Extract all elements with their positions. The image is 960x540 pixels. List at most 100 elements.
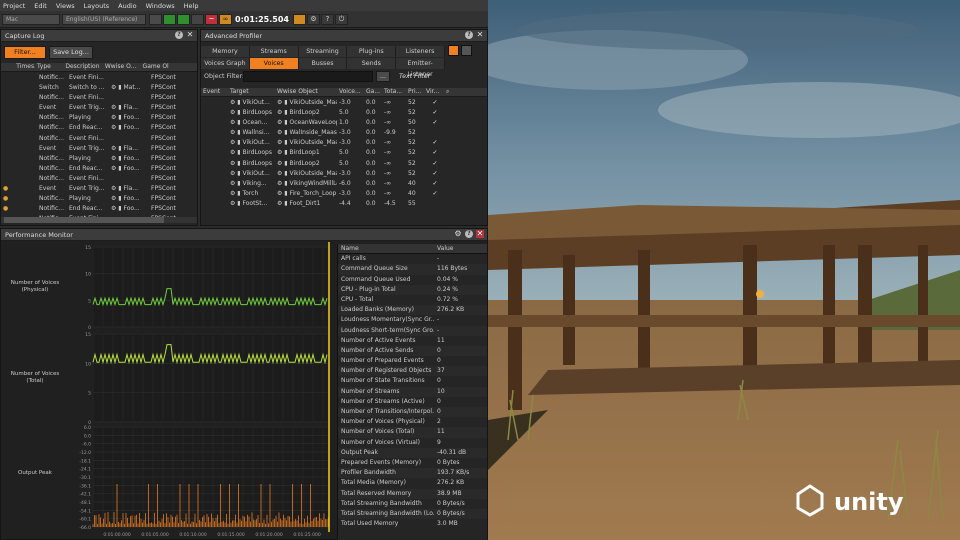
horizontal-scrollbar[interactable] xyxy=(1,217,197,223)
table-row[interactable]: Notific... Event Fini... FPSCont xyxy=(1,134,197,144)
statistics-row[interactable]: Total Streaming Bandwidth 0 Bytes/s xyxy=(338,499,487,509)
tab-memory[interactable]: Memory xyxy=(201,46,250,57)
statistics-row[interactable]: Loudness Momentary(Sync Gr... - xyxy=(338,315,487,325)
help-icon[interactable]: ? xyxy=(465,230,473,238)
statistics-row[interactable]: Number of Streams 10 xyxy=(338,386,487,397)
tab-plug-ins[interactable]: Plug-ins xyxy=(347,46,397,57)
column-header[interactable]: Type xyxy=(35,63,63,71)
statistics-name-header[interactable]: Name xyxy=(338,244,434,253)
green-meter-button[interactable] xyxy=(149,14,162,25)
column-header[interactable]: Wwise Object xyxy=(275,88,337,96)
statistics-row[interactable]: Command Queue Used 0.04 % xyxy=(338,275,487,285)
column-header[interactable]: Pri... xyxy=(406,88,424,96)
menu-layouts[interactable]: Layouts xyxy=(84,2,109,10)
tab-emitter-listener[interactable]: Emitter-Listener xyxy=(396,58,445,78)
platform-dropdown[interactable]: Mac xyxy=(2,14,60,25)
statistics-row[interactable]: CPU - Plug-in Total 0.24 % xyxy=(338,284,487,295)
table-row[interactable]: Switch Switch to ... ⚙ ▮ Mat... FPSCont xyxy=(1,83,197,93)
statistics-row[interactable]: Number of Transitions/Interpol... 0 xyxy=(338,407,487,418)
green-meter-icon-2[interactable] xyxy=(177,14,190,25)
statistics-row[interactable]: Total Used Memory 3.0 MB xyxy=(338,519,487,529)
statistics-row[interactable]: Number of State Transitions 0 xyxy=(338,376,487,386)
statistics-row[interactable]: Output Peak -40.31 dB xyxy=(338,447,487,458)
table-row[interactable]: Notific... End Reac... ⚙ ▮ Foo... FPSCont xyxy=(1,123,197,133)
statistics-row[interactable]: Number of Active Events 11 xyxy=(338,336,487,346)
table-row[interactable]: Notific... Playing ⚙ ▮ Foo... FPSCont xyxy=(1,113,197,123)
text-filter-label[interactable]: Text Filter xyxy=(399,73,430,80)
tab-busses[interactable]: Busses xyxy=(298,58,348,69)
column-header[interactable]: Voice... xyxy=(337,88,364,96)
statistics-row[interactable]: Loudness Short-term(Sync Gro... - xyxy=(338,325,487,336)
tab-streams[interactable]: Streams xyxy=(249,46,299,57)
statistics-row[interactable]: Number of Registered Objects 37 xyxy=(338,366,487,377)
statistics-row[interactable]: Number of Streams (Active) 0 xyxy=(338,397,487,407)
statistics-row[interactable]: Loaded Banks (Memory) 276.2 KB xyxy=(338,305,487,316)
table-row[interactable]: ⚙ ▮ VikiOut... ⚙ ▮ VikiOutside_Maas5...-3… xyxy=(201,169,487,179)
link-icon[interactable]: ∞ xyxy=(219,14,232,25)
table-row[interactable]: Event Event Trig... ⚙ ▮ Fla... FPSCont xyxy=(1,144,197,154)
column-header[interactable]: Times... xyxy=(14,63,35,71)
profile-icon[interactable] xyxy=(293,14,306,25)
layout-icon-2[interactable] xyxy=(461,45,472,56)
tab-streaming-devices[interactable]: Streaming Devices xyxy=(298,46,348,66)
table-row[interactable]: ⚙ ▮ BirdLoops ⚙ ▮ BirdLoop2 5.0 0.0 -∞ 52 ✓ xyxy=(201,159,487,169)
menu-help[interactable]: Help xyxy=(184,2,199,10)
column-header[interactable]: Description xyxy=(63,63,103,71)
tab-listeners[interactable]: Listeners xyxy=(396,46,445,57)
language-dropdown[interactable]: English(US) (Reference) xyxy=(62,14,146,25)
statistics-row[interactable]: Prepared Events (Memory) 0 Bytes xyxy=(338,458,487,468)
table-row[interactable]: Notific... Event Fini... FPSCont xyxy=(1,93,197,103)
power-icon[interactable]: ⏻ xyxy=(335,14,348,25)
table-row[interactable]: ⚙ ▮ VikiOut... ⚙ ▮ VikiOutside_Maas5...-3… xyxy=(201,138,487,148)
table-row[interactable]: ● Event Event Trig... ⚙ ▮ Fla... FPSCont xyxy=(1,184,197,194)
statistics-row[interactable]: Total Streaming Bandwidth (Lo... 0 Bytes/… xyxy=(338,508,487,520)
statistics-row[interactable]: Number of Voices (Physical) 2 xyxy=(338,417,487,427)
table-row[interactable]: Event Event Trig... ⚙ ▮ Fla... FPSCont xyxy=(1,103,197,113)
table-row[interactable]: ● Notific... End Reac... ⚙ ▮ Foo... FPSCont xyxy=(1,204,197,214)
table-row[interactable]: ⚙ ▮ Torch ⚙ ▮ Fire_Torch_Loop1 -3.0 0.0 -∞ 40… xyxy=(201,189,487,199)
table-row[interactable]: ⚙ ▮ Wallnsi... ⚙ ▮ WalInside_MaasSqu...-3… xyxy=(201,128,487,138)
table-row[interactable]: Notific... Playing ⚙ ▮ Foo... FPSCont xyxy=(1,154,197,164)
layout-icon[interactable] xyxy=(448,45,459,56)
table-row[interactable]: ⚙ ▮ BirdLoops ⚙ ▮ BirdLoop2 5.0 0.0 -∞ 52 ✓ xyxy=(201,108,487,118)
column-header[interactable]: Ga... xyxy=(364,88,382,96)
statistics-row[interactable]: Number of Active Sends 0 xyxy=(338,345,487,357)
statistics-row[interactable]: Number of Voices (Total) 11 xyxy=(338,427,487,438)
search-icon[interactable]: ⌕ xyxy=(444,88,454,96)
table-row[interactable]: ⚙ ▮ Viking... ⚙ ▮ VikingWindMillLoop-6.0 0… xyxy=(201,179,487,189)
help-icon[interactable]: ? xyxy=(175,31,183,39)
column-header[interactable]: Tota... xyxy=(382,88,406,96)
tab-voices-graph[interactable]: Voices Graph xyxy=(201,58,250,69)
help-icon[interactable]: ? xyxy=(321,14,334,25)
statistics-row[interactable]: Command Queue Size 116 Bytes xyxy=(338,264,487,275)
table-row[interactable]: ⚙ ▮ Ocean... ⚙ ▮ OceanWaveLoop1 1.0 0.0 -∞ 50… xyxy=(201,118,487,128)
tab-voices[interactable]: Voices xyxy=(249,58,299,69)
close-icon[interactable]: ✕ xyxy=(186,31,194,39)
statistics-row[interactable]: CPU - Total 0.72 % xyxy=(338,295,487,305)
close-icon[interactable]: ✕ xyxy=(476,230,484,238)
table-row[interactable]: ⚙ ▮ BirdLoops ⚙ ▮ BirdLoop1 5.0 0.0 -∞ 52 ✓ xyxy=(201,148,487,158)
green-meter-icon[interactable] xyxy=(163,14,176,25)
column-header[interactable]: Vir... xyxy=(424,88,444,96)
object-filter-browse-button[interactable]: ... xyxy=(376,71,390,82)
table-row[interactable]: Notific... Event Fini... FPSCont xyxy=(1,73,197,83)
statistics-row[interactable]: Profiler Bandwidth 193.7 KB/s xyxy=(338,468,487,479)
table-row[interactable]: ⚙ ▮ VikiOut... ⚙ ▮ VikiOutside_Maas5...-3… xyxy=(201,98,487,108)
close-icon[interactable]: ✕ xyxy=(476,31,484,39)
save-log-button[interactable]: Save Log... xyxy=(49,46,93,59)
column-header[interactable]: Event xyxy=(201,88,228,96)
menu-views[interactable]: Views xyxy=(56,2,75,10)
statistics-row[interactable]: API calls - xyxy=(338,254,487,264)
table-row[interactable]: ⚙ ▮ FootSt... ⚙ ▮ Foot_Dirt1 -4.4 0.0 -4.5 55 xyxy=(201,199,487,209)
table-row[interactable]: ● Notific... Playing ⚙ ▮ Foo... FPSCont xyxy=(1,194,197,204)
help-icon[interactable]: ? xyxy=(465,31,473,39)
tab-sends[interactable]: Sends xyxy=(347,58,397,69)
unity-game-view[interactable]: unity xyxy=(488,0,960,540)
column-header[interactable]: Target xyxy=(228,88,275,96)
menu-edit[interactable]: Edit xyxy=(34,2,47,10)
filter-button[interactable]: Filter... xyxy=(4,46,46,59)
settings-icon[interactable]: ⚙ xyxy=(454,230,462,238)
column-header[interactable]: Game Ol xyxy=(141,63,197,71)
menu-project[interactable]: Project xyxy=(3,2,25,10)
menu-audio[interactable]: Audio xyxy=(118,2,136,10)
